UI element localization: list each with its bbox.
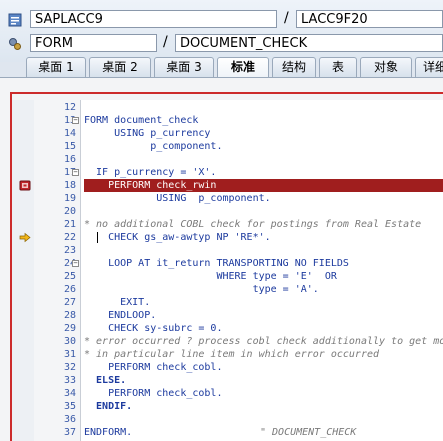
breakpoint-icon[interactable] (19, 180, 31, 191)
code-line[interactable]: 20 (12, 205, 443, 218)
fold-toggle-icon[interactable]: − (72, 117, 79, 124)
code-line[interactable]: 23 (12, 244, 443, 257)
code-line[interactable]: 31 * in particular line item in which err… (12, 348, 443, 361)
code-text: LOOP AT it_return TRANSPORTING NO FIELDS (84, 258, 349, 269)
line-number: 13 (63, 115, 76, 126)
code-line[interactable]: 36 (12, 413, 443, 426)
line-number: 29 (63, 323, 76, 334)
include-name-field[interactable]: LACC9F20 (296, 10, 443, 28)
line-number: 23 (63, 245, 76, 256)
code-text: PERFORM check_rwin (84, 180, 217, 191)
line-number: 22 (63, 232, 76, 243)
code-text: USING p_currency (84, 128, 211, 139)
code-text: EXIT. (84, 297, 151, 308)
code-line[interactable]: 26 type = 'A'. (12, 283, 443, 296)
program-row: SAPLACC9 / LACC9F20 (0, 9, 443, 31)
code-text: ENDFORM. (84, 427, 133, 438)
code-line[interactable]: 34 PERFORM check_cobl. (12, 387, 443, 400)
object-name-field[interactable]: DOCUMENT_CHECK (175, 34, 443, 52)
separator: / (163, 34, 168, 50)
code-trailing-comment: " DOCUMENT_CHECK (260, 427, 357, 438)
code-line[interactable]: 29 CHECK sy-subrc = 0. (12, 322, 443, 335)
program-icon (8, 13, 22, 27)
object-row: FORM / DOCUMENT_CHECK (0, 33, 443, 55)
line-number: 32 (63, 362, 76, 373)
tab-desktop-1[interactable]: 桌面 1 (26, 57, 86, 77)
code-line[interactable]: 14 USING p_currency (12, 127, 443, 140)
fold-toggle-icon[interactable]: − (72, 169, 79, 176)
form-routine-icon (9, 38, 21, 50)
code-text: PERFORM check_cobl. (84, 388, 223, 399)
code-comment: * in particular line item in which error… (84, 349, 380, 360)
code-line[interactable]: 18 PERFORM check_rwin (12, 179, 443, 192)
code-text: ELSE. (84, 375, 127, 386)
line-number: 12 (63, 102, 76, 113)
code-line[interactable]: 28 ENDLOOP. (12, 309, 443, 322)
line-number: 19 (63, 193, 76, 204)
code-comment: * no additional COBL check for postings … (84, 219, 422, 230)
line-number: 27 (63, 297, 76, 308)
fold-toggle-icon[interactable]: − (72, 260, 79, 267)
line-number: 26 (63, 284, 76, 295)
code-line[interactable]: 15 p_component. (12, 140, 443, 153)
line-number: 24 (63, 258, 76, 269)
code-line[interactable]: 35 ENDIF. (12, 400, 443, 413)
code-line[interactable]: 16 (12, 153, 443, 166)
current-statement-arrow-icon (19, 232, 31, 243)
code-text: WHERE type = 'E' OR (84, 271, 337, 282)
code-text: CHECK sy-subrc = 0. (84, 323, 223, 334)
code-text: CHECK gs_aw-awtyp NP 'RE*'. (84, 232, 271, 243)
code-line[interactable]: 33 ELSE. (12, 374, 443, 387)
code-line[interactable]: 22 CHECK gs_aw-awtyp NP 'RE*'. (12, 231, 443, 244)
line-number: 20 (63, 206, 76, 217)
code-text: ENDIF. (84, 401, 133, 412)
code-text: type = 'A'. (84, 284, 319, 295)
line-number: 30 (63, 336, 76, 347)
code-line[interactable]: 19 USING p_component. (12, 192, 443, 205)
editor-tabs: 桌面 1 桌面 2 桌面 3 标准 结构 表 对象 详细 (0, 57, 443, 78)
line-number: 28 (63, 310, 76, 321)
tab-table[interactable]: 表 (319, 57, 357, 77)
code-text: IF p_currency = 'X'. (84, 167, 217, 178)
tab-object[interactable]: 对象 (360, 57, 412, 77)
object-type-field[interactable]: FORM (30, 34, 157, 52)
code-text: USING p_component. (84, 193, 271, 204)
tab-standard[interactable]: 标准 (217, 57, 269, 78)
line-number: 31 (63, 349, 76, 360)
code-line[interactable]: 13− FORM document_check (12, 114, 443, 127)
line-number: 15 (63, 141, 76, 152)
line-number: 35 (63, 401, 76, 412)
code-line[interactable]: 30 * error occurred ? process cobl check … (12, 335, 443, 348)
code-text: PERFORM check_cobl. (84, 362, 223, 373)
line-number: 18 (63, 180, 76, 191)
line-number: 34 (63, 388, 76, 399)
abap-code-editor[interactable]: 12 13− FORM document_check 14 USING p_curre… (12, 100, 443, 441)
code-line[interactable]: 37 ENDFORM. " DOCUMENT_CHECK (12, 426, 443, 439)
code-line[interactable]: 27 EXIT. (12, 296, 443, 309)
code-text: p_component. (84, 141, 223, 152)
code-line[interactable]: 24− LOOP AT it_return TRANSPORTING NO FI… (12, 257, 443, 270)
tab-desktop-3[interactable]: 桌面 3 (154, 57, 214, 77)
code-line[interactable]: 32 PERFORM check_cobl. (12, 361, 443, 374)
line-number: 16 (63, 154, 76, 165)
code-text: FORM document_check (84, 115, 199, 126)
code-text: ENDLOOP. (84, 310, 157, 321)
line-number: 33 (63, 375, 76, 386)
line-number: 17 (63, 167, 76, 178)
separator: / (284, 10, 289, 26)
tab-details[interactable]: 详细 (415, 57, 443, 77)
code-line[interactable]: 21 * no additional COBL check for posting… (12, 218, 443, 231)
line-number: 25 (63, 271, 76, 282)
line-number: 21 (63, 219, 76, 230)
code-comment: * error occurred ? process cobl check ad… (84, 336, 443, 347)
line-number: 14 (63, 128, 76, 139)
code-line[interactable]: 25 WHERE type = 'E' OR (12, 270, 443, 283)
program-name-field[interactable]: SAPLACC9 (30, 10, 277, 28)
line-number: 37 (63, 427, 76, 438)
line-number: 36 (63, 414, 76, 425)
tab-structure[interactable]: 结构 (272, 57, 316, 77)
tab-desktop-2[interactable]: 桌面 2 (89, 57, 151, 77)
code-line[interactable]: 12 (12, 101, 443, 114)
code-line[interactable]: 17− IF p_currency = 'X'. (12, 166, 443, 179)
